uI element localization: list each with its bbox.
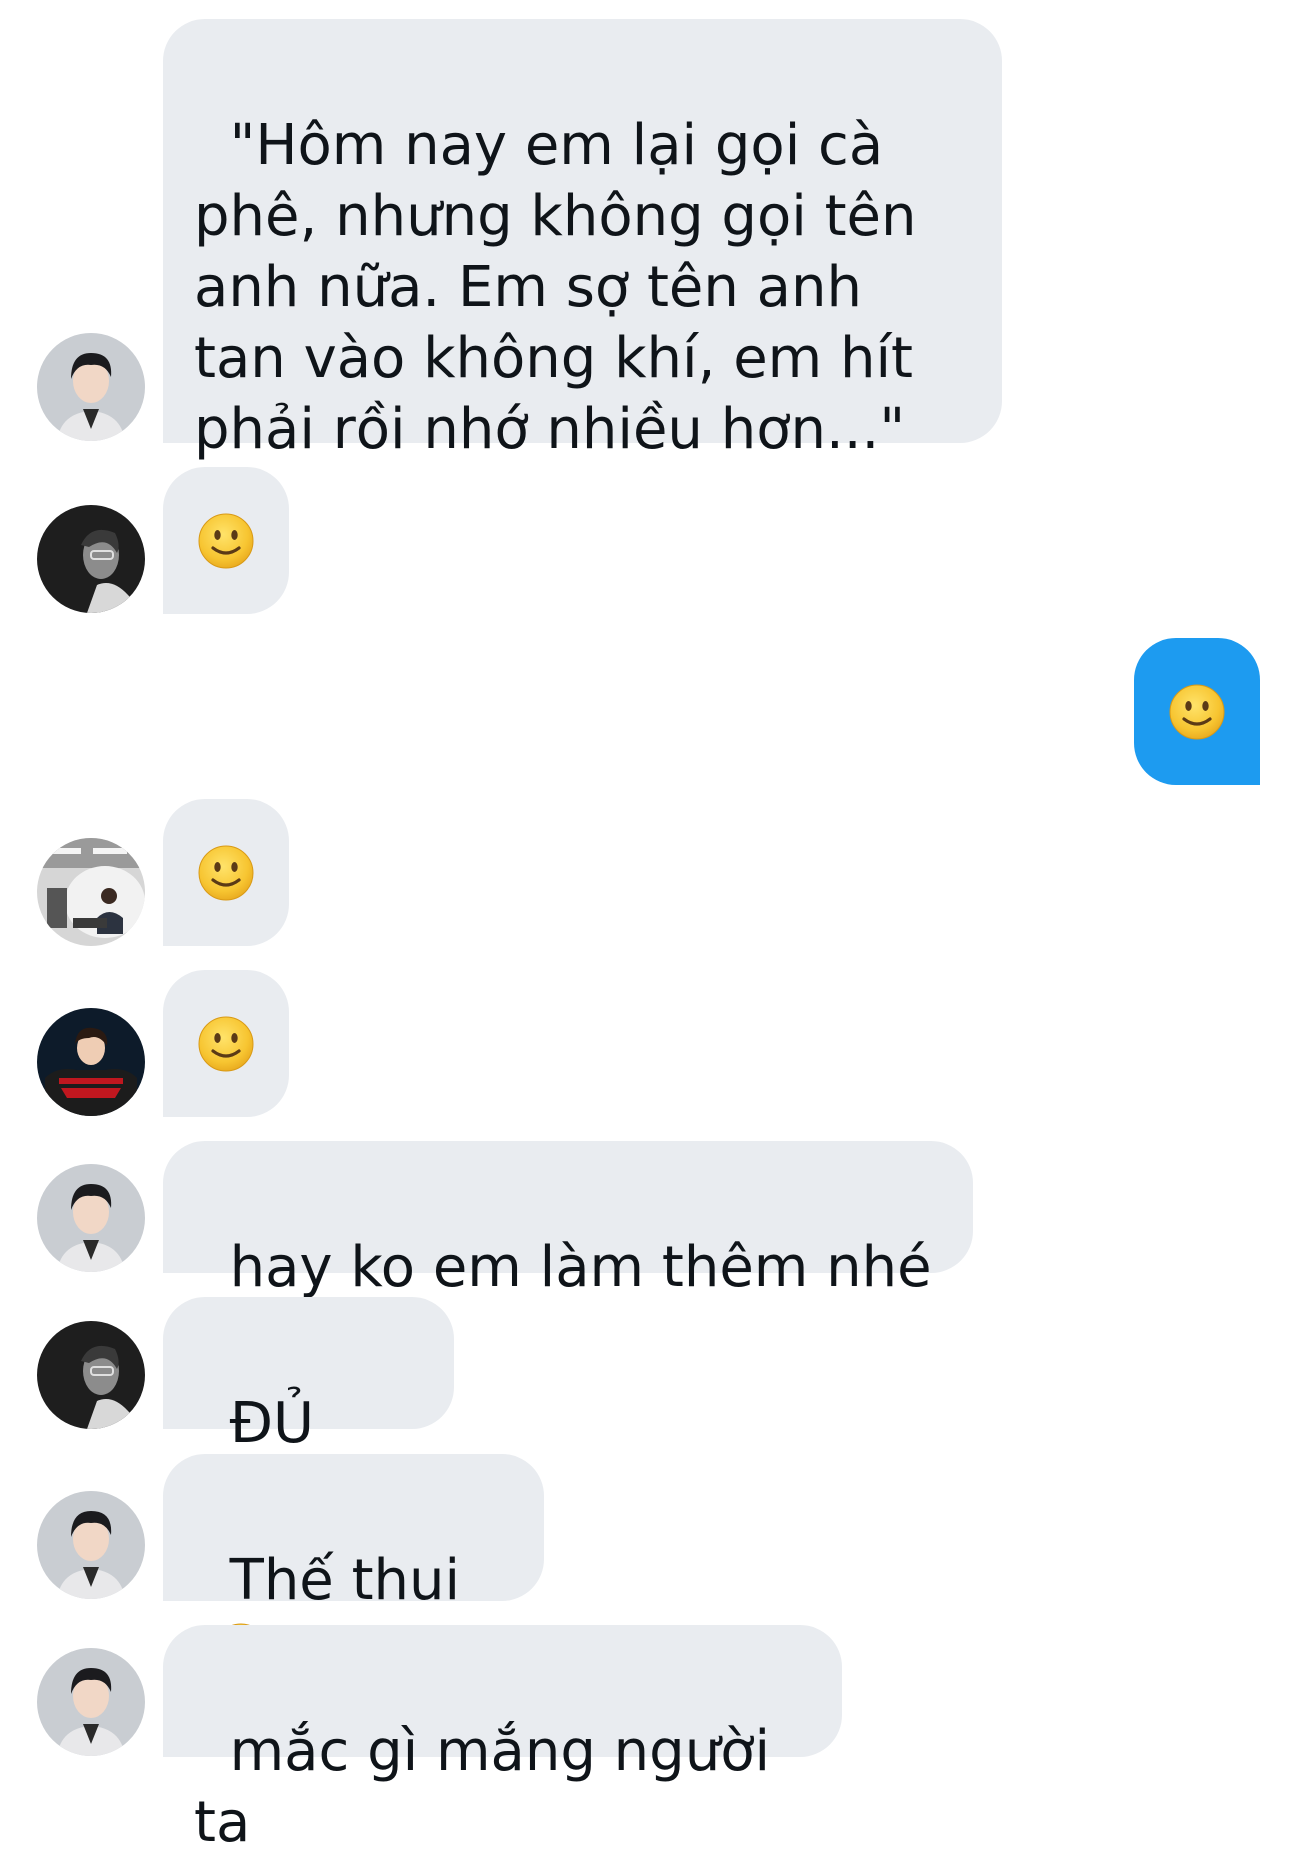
avatar-a-image	[37, 1491, 145, 1599]
message-bubble-incoming[interactable]: Thế thui	[163, 1454, 544, 1601]
slightly-smiling-face-icon	[1168, 683, 1226, 741]
avatar[interactable]	[37, 838, 145, 946]
message-bubble-incoming[interactable]: ĐỦ RỒI!	[163, 1297, 454, 1527]
slightly-smiling-face-icon	[197, 844, 255, 902]
avatar-a-image	[37, 333, 145, 441]
avatar[interactable]	[37, 1321, 145, 1429]
avatar-a-image	[37, 1648, 145, 1756]
avatar[interactable]	[37, 505, 145, 613]
avatar[interactable]	[37, 1491, 145, 1599]
message-bubble-incoming[interactable]	[163, 467, 289, 614]
message-text: mắc gì mắng người ta	[194, 1719, 788, 1855]
message-bubble-incoming[interactable]	[163, 799, 289, 946]
message-text: "Hôm nay em lại gọi cà phê, nhưng không …	[194, 113, 935, 462]
slightly-smiling-face-icon	[197, 512, 255, 570]
message-text: Thế thui	[229, 1548, 461, 1613]
message-bubble-incoming[interactable]	[163, 970, 289, 1117]
message-bubble-incoming[interactable]: "Hôm nay em lại gọi cà phê, nhưng không …	[163, 19, 1002, 462]
avatar-b-image	[37, 1321, 145, 1429]
message-bubble-incoming[interactable]: mắc gì mắng người ta	[163, 1625, 842, 1855]
avatar[interactable]	[37, 333, 145, 441]
avatar-b-image	[37, 505, 145, 613]
avatar[interactable]	[37, 1164, 145, 1272]
avatar-d-image	[37, 1008, 145, 1116]
avatar-a-image	[37, 1164, 145, 1272]
slightly-smiling-face-icon	[197, 1015, 255, 1073]
avatar[interactable]	[37, 1008, 145, 1116]
avatar[interactable]	[37, 1648, 145, 1756]
message-bubble-incoming[interactable]: hay ko em làm thêm nhé ?	[163, 1141, 973, 1371]
avatar-c-image	[37, 838, 145, 946]
message-bubble-outgoing[interactable]	[1134, 638, 1260, 785]
